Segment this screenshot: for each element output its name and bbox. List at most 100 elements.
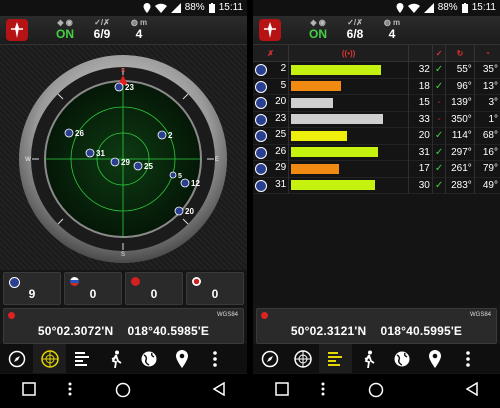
datum-label: WGS84: [216, 312, 238, 318]
table-row[interactable]: 31 30 ✓ 283° 49°: [253, 177, 500, 194]
constellation-glonass[interactable]: 0: [64, 272, 122, 305]
table-row[interactable]: 2 32 ✓ 55° 35°: [253, 61, 500, 78]
home-icon[interactable]: [115, 382, 131, 398]
satellite-marker[interactable]: 12: [180, 178, 200, 188]
app-logo-icon[interactable]: [6, 19, 28, 41]
walking-button[interactable]: [99, 344, 132, 373]
app-header: ◈ ◉ ON ✓/✗ 6/9 ◍ m 4: [0, 16, 247, 45]
us-flag-icon: [255, 80, 267, 93]
used-indicator: ✓: [432, 78, 447, 95]
wifi-icon: [154, 3, 167, 13]
more-button[interactable]: [198, 344, 231, 373]
satellite-marker[interactable]: 25: [133, 161, 153, 171]
used-indicator: ✓: [432, 144, 447, 161]
prn-value: 20: [275, 96, 287, 108]
location-pin-button[interactable]: [418, 344, 451, 373]
back-icon[interactable]: [212, 382, 226, 396]
snr-bar: [291, 130, 348, 141]
compass-button[interactable]: [253, 344, 286, 373]
walking-icon: [364, 350, 374, 368]
constellation-counts: 9 0 0 0: [3, 272, 244, 305]
location-pin-icon: [428, 349, 441, 368]
prn-cell: 26: [253, 144, 290, 161]
sats-used-value: 4: [388, 27, 396, 41]
globe-button[interactable]: [385, 344, 418, 373]
datum-label: WGS84: [469, 312, 491, 318]
battery-level: 88%: [437, 2, 458, 13]
signal-bars-button[interactable]: [319, 344, 352, 373]
elevation-value: 1°: [488, 113, 498, 125]
status-bar: 88% 15:11: [0, 0, 247, 16]
satellite-prn: 12: [191, 179, 200, 188]
satellite-marker[interactable]: 31: [85, 148, 105, 158]
us-flag-icon: [255, 130, 267, 143]
sats-in-view: ✓/✗ 6/9: [86, 18, 118, 41]
radar-button[interactable]: [286, 344, 319, 373]
us-flag-icon: [255, 97, 267, 110]
used-indicator: ✓: [432, 160, 447, 177]
snr-value: 32: [408, 61, 433, 78]
used-indicator: ✓: [432, 127, 447, 144]
more-button[interactable]: [451, 344, 484, 373]
constellation-gps[interactable]: 9: [3, 272, 61, 305]
menu-dots-icon[interactable]: [68, 382, 72, 396]
android-nav-bar: [0, 374, 247, 408]
snr-bar: [291, 81, 342, 92]
globe-button[interactable]: [132, 344, 165, 373]
table-row[interactable]: 23 33-350° 1°: [253, 111, 500, 128]
radar-panel: N E S W 23 2 26 31 29 25 12 20 5: [0, 45, 247, 270]
table-row[interactable]: 20 15-139° 3°: [253, 94, 500, 111]
wifi-icon: [407, 3, 420, 13]
cell-signal-icon: [170, 2, 181, 13]
status-bar: 88% 15:11: [253, 0, 500, 16]
constellation-beidou[interactable]: 0: [186, 272, 244, 305]
table-row[interactable]: 29 17 ✓ 261° 79°: [253, 160, 500, 177]
ru-flag-icon: [70, 277, 79, 286]
satellite-marker[interactable]: 29: [110, 157, 130, 167]
azimuth-value: 261°: [445, 160, 475, 177]
prn-column-icon: ✗: [253, 45, 290, 62]
location-dot-icon: [8, 312, 15, 319]
signal-column-icon: ((•)): [288, 45, 409, 62]
fix-status: ◈ ◉ ON: [50, 18, 80, 41]
signal-bars-button[interactable]: [66, 344, 99, 373]
azimuth-value: 55°: [445, 61, 475, 78]
recents-icon[interactable]: [275, 382, 289, 396]
sats-used-value: 4: [135, 27, 143, 41]
signal-bars-icon: [327, 351, 342, 366]
table-row[interactable]: 5 18 ✓ 96° 13°: [253, 78, 500, 95]
snr-value: 18: [408, 78, 433, 95]
android-nav-bar: [253, 374, 500, 408]
table-row[interactable]: 26 31 ✓ 297° 16°: [253, 144, 500, 161]
satellite-marker[interactable]: 23: [114, 82, 134, 92]
home-icon[interactable]: [368, 382, 384, 398]
coordinates-value: 50°02.3072'N 018°40.5985'E: [37, 324, 210, 338]
coordinates-panel[interactable]: WGS84 50°02.3121'N 018°40.5995'E: [256, 308, 497, 344]
coordinates-panel[interactable]: WGS84 50°02.3072'N 018°40.5985'E: [3, 308, 244, 344]
satellite-icon: ◈ ◉: [57, 18, 73, 27]
radar-button[interactable]: [33, 344, 66, 373]
walking-button[interactable]: [352, 344, 385, 373]
recents-icon[interactable]: [22, 382, 36, 396]
fix-status-value: ON: [56, 27, 74, 41]
constellation-galileo[interactable]: 0: [125, 272, 183, 305]
clock: 15:11: [471, 2, 496, 13]
menu-dots-icon[interactable]: [321, 382, 325, 396]
satellite-icon: ◈ ◉: [310, 18, 326, 27]
prn-cell: 31: [253, 177, 290, 194]
satellite-radar[interactable]: N E S W 23 2 26 31 29 25 12 20 5: [13, 53, 233, 265]
satellite-marker[interactable]: 26: [64, 128, 84, 138]
satellite-prn: 26: [75, 129, 84, 138]
us-flag-icon: [255, 163, 267, 176]
prn-cell: 2: [253, 61, 290, 78]
globe-icon: [394, 351, 409, 366]
table-row[interactable]: 25 20 ✓ 114° 68°: [253, 127, 500, 144]
location-pin-button[interactable]: [165, 344, 198, 373]
snr-bar-cell: [288, 160, 409, 177]
globe-icon: [141, 351, 156, 366]
satellite-marker[interactable]: 20: [174, 206, 194, 216]
prn-cell: 29: [253, 160, 290, 177]
compass-button[interactable]: [0, 344, 33, 373]
app-logo-icon[interactable]: [259, 19, 281, 41]
back-icon[interactable]: [465, 382, 479, 396]
